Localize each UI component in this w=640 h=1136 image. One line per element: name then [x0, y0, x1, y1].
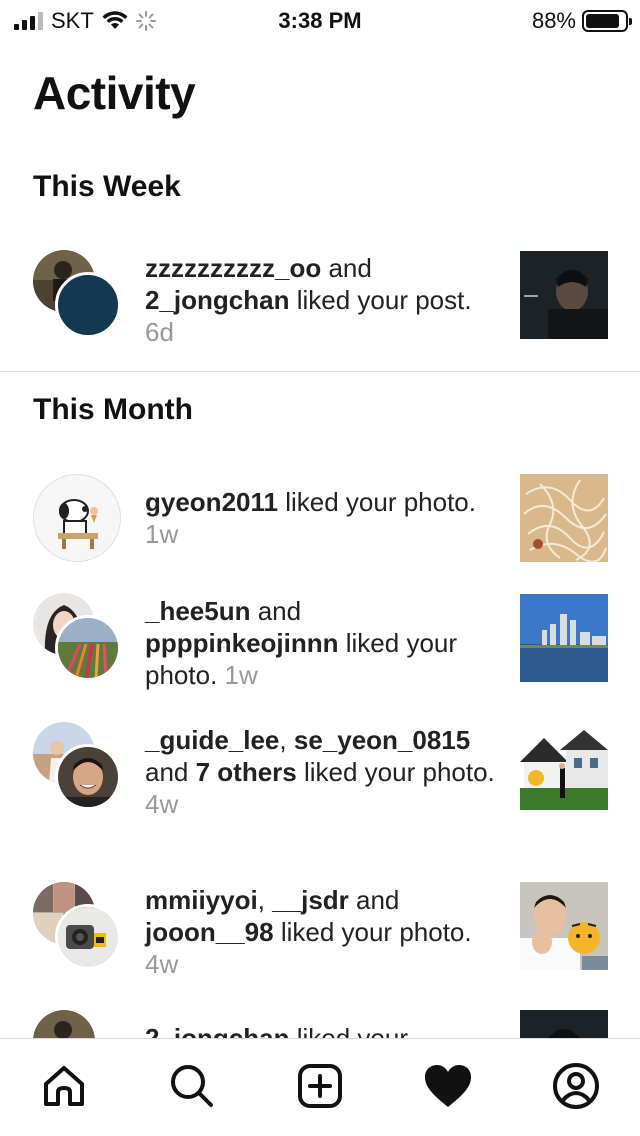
avatar-stack[interactable] [33, 882, 121, 970]
username-link[interactable]: ppppinkeojinnn [145, 628, 339, 658]
new-post-icon [298, 1063, 342, 1108]
section-title-this-month: This Month [33, 393, 193, 426]
post-thumbnail[interactable] [520, 594, 608, 682]
tab-profile[interactable] [546, 1056, 606, 1116]
bottom-tab-bar [0, 1038, 640, 1136]
username-link[interactable]: __jsdr [272, 885, 349, 915]
post-thumbnail[interactable] [520, 251, 608, 339]
timestamp: 1w [224, 660, 258, 690]
timestamp: 6d [145, 317, 174, 347]
divider [0, 371, 640, 372]
activity-text: gyeon2011 liked your photo. 1w [145, 487, 476, 549]
timestamp: 4w [145, 949, 179, 979]
username-link[interactable]: _guide_lee [145, 725, 279, 755]
avatar-stack[interactable] [33, 593, 121, 681]
avatar[interactable] [55, 615, 121, 681]
activity-text: _hee5un and ppppinkeojinnn liked your ph… [145, 596, 458, 690]
username-link[interactable]: 2_jongchan [145, 285, 289, 315]
post-thumbnail[interactable] [520, 882, 608, 970]
username-link[interactable]: se_yeon_0815 [294, 725, 470, 755]
home-icon [44, 1065, 84, 1106]
tab-home[interactable] [34, 1056, 94, 1116]
section-title-this-week: This Week [33, 170, 181, 203]
username-link[interactable]: _hee5un [145, 596, 251, 626]
avatar[interactable] [55, 904, 121, 970]
activity-text: mmiiyyoi, __jsdr and jooon__98 liked you… [145, 885, 472, 979]
timestamp: 4w [145, 789, 179, 819]
avatar[interactable] [33, 474, 121, 562]
status-right: 88% [531, 8, 632, 34]
username-link[interactable]: gyeon2011 [145, 487, 278, 517]
tab-new-post[interactable] [290, 1056, 350, 1116]
timestamp: 1w [145, 519, 179, 549]
activity-text: zzzzzzzzzz_oo and 2_jongchan liked your … [145, 253, 472, 347]
post-thumbnail[interactable] [520, 474, 608, 562]
avatar-stack[interactable] [33, 474, 121, 562]
avatar[interactable] [55, 272, 121, 338]
username-link[interactable]: 7 others [196, 757, 297, 787]
avatar[interactable] [55, 744, 121, 810]
avatar-stack[interactable] [33, 250, 121, 338]
activity-text: _guide_lee, se_yeon_0815 and 7 others li… [145, 725, 495, 819]
battery-icon [582, 10, 632, 32]
tab-activity[interactable] [418, 1056, 478, 1116]
username-link[interactable]: zzzzzzzzzz_oo [145, 253, 321, 283]
activity-heart-icon [425, 1064, 471, 1107]
profile-icon [553, 1062, 599, 1109]
post-thumbnail[interactable] [520, 722, 608, 810]
tab-search[interactable] [162, 1056, 222, 1116]
username-link[interactable]: mmiiyyoi [145, 885, 258, 915]
username-link[interactable]: jooon__98 [145, 917, 274, 947]
page-title: Activity [33, 67, 196, 119]
status-bar: SKT 3:38 PM 88% [0, 0, 640, 40]
avatar-stack[interactable] [33, 722, 121, 810]
battery-percent: 88% [531, 8, 576, 33]
search-icon [171, 1064, 213, 1107]
